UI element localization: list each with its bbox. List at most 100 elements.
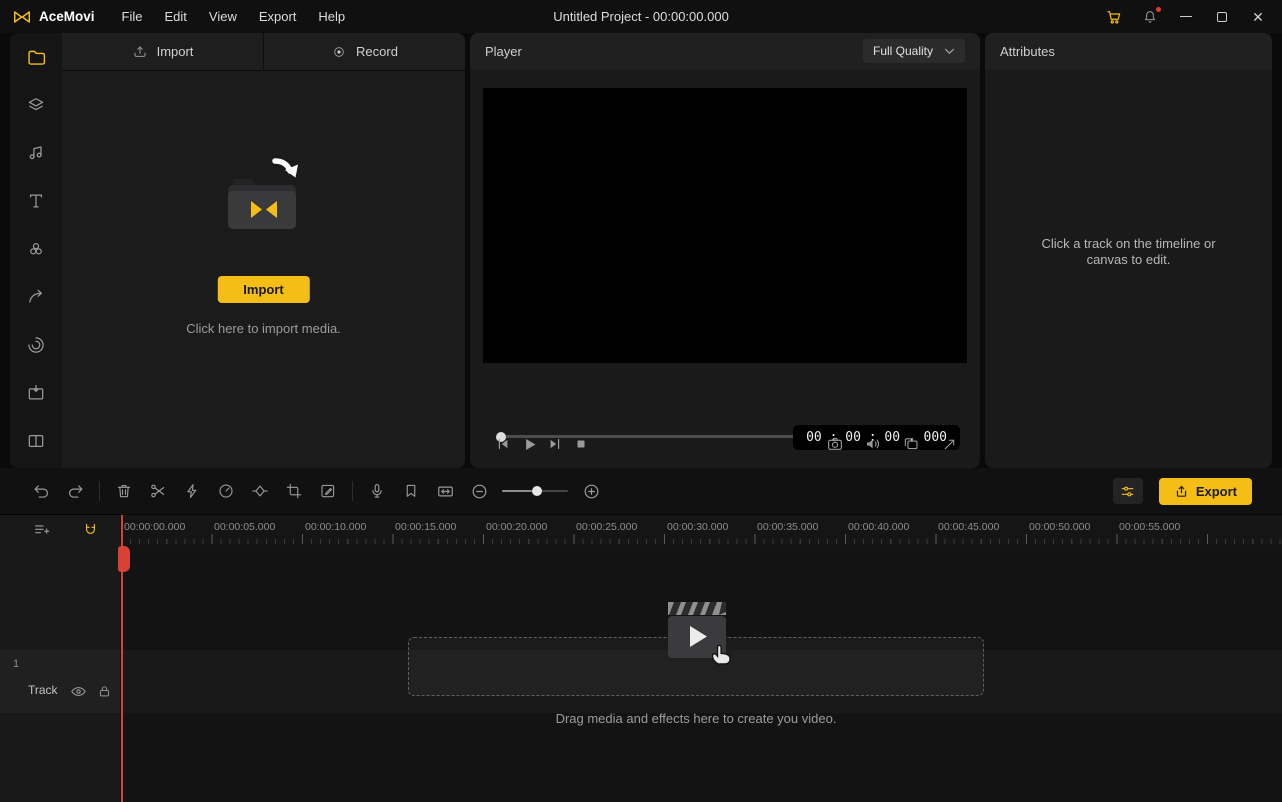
sidebar-item-transitions[interactable]	[10, 225, 62, 273]
cut-scissors-button[interactable]	[141, 477, 175, 505]
ruler-label: 00:00:25.000	[576, 521, 638, 533]
crop-button[interactable]	[277, 477, 311, 505]
tab-record-label: Record	[356, 44, 398, 59]
sidebar-item-media[interactable]	[10, 33, 62, 81]
media-tabs: Import Record	[62, 33, 465, 71]
quality-value: Full Quality	[873, 44, 934, 58]
close-button[interactable]: ✕	[1248, 7, 1268, 27]
import-tray-icon	[134, 46, 146, 57]
keyframe-button[interactable]	[243, 477, 277, 505]
ruler-label: 00:00:20.000	[486, 521, 548, 533]
compare-view-icon[interactable]	[898, 431, 924, 457]
zoom-out-button[interactable]	[462, 477, 496, 505]
layers-icon	[28, 98, 44, 111]
speed-button[interactable]	[209, 477, 243, 505]
sidebar-item-text[interactable]	[10, 177, 62, 225]
maximize-button[interactable]	[1212, 7, 1232, 27]
track-lock-icon[interactable]	[94, 681, 114, 701]
volume-icon[interactable]	[860, 431, 886, 457]
player-header: Player Full Quality	[470, 33, 980, 69]
menu-file[interactable]: File	[111, 5, 154, 28]
marker-button[interactable]	[394, 477, 428, 505]
track-visibility-eye-icon[interactable]	[68, 681, 88, 701]
edit-button[interactable]	[311, 477, 345, 505]
minimize-button[interactable]	[1176, 7, 1196, 27]
import-button[interactable]: Import	[217, 276, 310, 303]
attributes-header: Attributes	[985, 33, 1272, 69]
import-folder-icon[interactable]	[221, 155, 307, 248]
ruler-label: 00:00:10.000	[305, 521, 367, 533]
menu-edit[interactable]: Edit	[153, 5, 197, 28]
export-icon	[1176, 485, 1186, 497]
media-library: Import Record Import Click here to impor…	[62, 33, 465, 468]
previous-frame-button[interactable]	[490, 431, 516, 457]
add-track-button[interactable]	[29, 518, 55, 542]
sidebar-item-split-screen[interactable]	[10, 417, 62, 465]
tab-import[interactable]: Import	[62, 33, 263, 70]
menu-view[interactable]: View	[198, 5, 248, 28]
export-button[interactable]: Export	[1158, 477, 1252, 505]
sidebar-item-animations[interactable]	[10, 369, 62, 417]
player-title: Player	[485, 43, 522, 59]
next-frame-button[interactable]	[542, 431, 568, 457]
store-cart-icon[interactable]	[1104, 7, 1124, 27]
notification-dot	[1156, 6, 1161, 12]
fit-timeline-button[interactable]	[428, 477, 462, 505]
media-panel: Import Record Import Click here to impor…	[10, 33, 465, 468]
ruler-label: 00:00:50.000	[1029, 521, 1091, 533]
chevron-down-icon	[944, 48, 955, 54]
voiceover-mic-button[interactable]	[360, 477, 394, 505]
delete-button[interactable]	[107, 477, 141, 505]
ruler-label: 00:00:00.000	[124, 521, 186, 533]
app-name: AceMovi	[39, 9, 95, 24]
sidebar-item-filters[interactable]	[10, 321, 62, 369]
player-tools	[822, 431, 962, 457]
menu-help[interactable]: Help	[307, 5, 356, 28]
player-controls	[490, 429, 962, 459]
tab-record[interactable]: Record	[263, 33, 465, 70]
split-screen-icon	[28, 434, 44, 448]
zoom-slider[interactable]	[502, 486, 568, 496]
split-bolt-button[interactable]	[175, 477, 209, 505]
timeline-ruler[interactable]: 00:00:00.000 00:00:05.000 00:00:10.000 0…	[121, 515, 1282, 545]
media-body: Import Click here to import media.	[62, 71, 465, 468]
player-panel: Player Full Quality 00 : 00 : 00 . 000	[470, 33, 980, 468]
export-label: Export	[1195, 483, 1237, 499]
undo-button[interactable]	[24, 477, 58, 505]
sidebar-item-elements[interactable]	[10, 81, 62, 129]
zoom-in-button[interactable]	[574, 477, 608, 505]
snapshot-camera-icon[interactable]	[822, 431, 848, 457]
quality-selector[interactable]: Full Quality	[863, 39, 965, 63]
timeline-tracks-area[interactable]: Drag media and effects here to create yo…	[121, 545, 1282, 802]
text-icon	[29, 194, 43, 208]
tab-import-label: Import	[156, 44, 194, 59]
stop-button[interactable]	[568, 431, 594, 457]
toolbar-divider	[99, 481, 100, 501]
effects-arrow-icon	[29, 289, 43, 303]
redo-button[interactable]	[58, 477, 92, 505]
video-preview[interactable]	[483, 88, 967, 363]
play-button[interactable]	[516, 431, 542, 457]
adjust-sliders-button[interactable]	[1112, 478, 1143, 504]
fullscreen-icon[interactable]	[936, 431, 962, 457]
notifications-bell-icon[interactable]	[1140, 6, 1161, 27]
playhead-grip[interactable]	[118, 546, 130, 572]
ruler-label: 00:00:05.000	[214, 521, 276, 533]
sidebar-item-effects[interactable]	[10, 273, 62, 321]
track-name: Track	[28, 683, 58, 697]
transitions-icon	[30, 243, 42, 255]
timeline-drop-hint: Drag media and effects here to create yo…	[555, 711, 837, 726]
toolbar-divider	[352, 481, 353, 501]
attributes-title: Attributes	[1000, 43, 1055, 59]
timeline: 1 Track 00:00:00.000 00:00:05.000 00:00:…	[0, 515, 1282, 802]
sidebar-item-audio[interactable]	[10, 129, 62, 177]
menubar: File Edit View Export Help	[111, 5, 357, 28]
zoom-slider-knob[interactable]	[531, 486, 542, 496]
snap-magnet-button[interactable]	[77, 518, 103, 542]
ruler-label: 00:00:45.000	[938, 521, 1000, 533]
filters-swirl-icon	[28, 337, 44, 353]
app-window: AceMovi File Edit View Export Help Untit…	[0, 0, 1282, 802]
menu-export[interactable]: Export	[248, 5, 308, 28]
track-header-cell[interactable]: 1 Track	[0, 650, 120, 713]
music-note-icon	[29, 146, 42, 160]
